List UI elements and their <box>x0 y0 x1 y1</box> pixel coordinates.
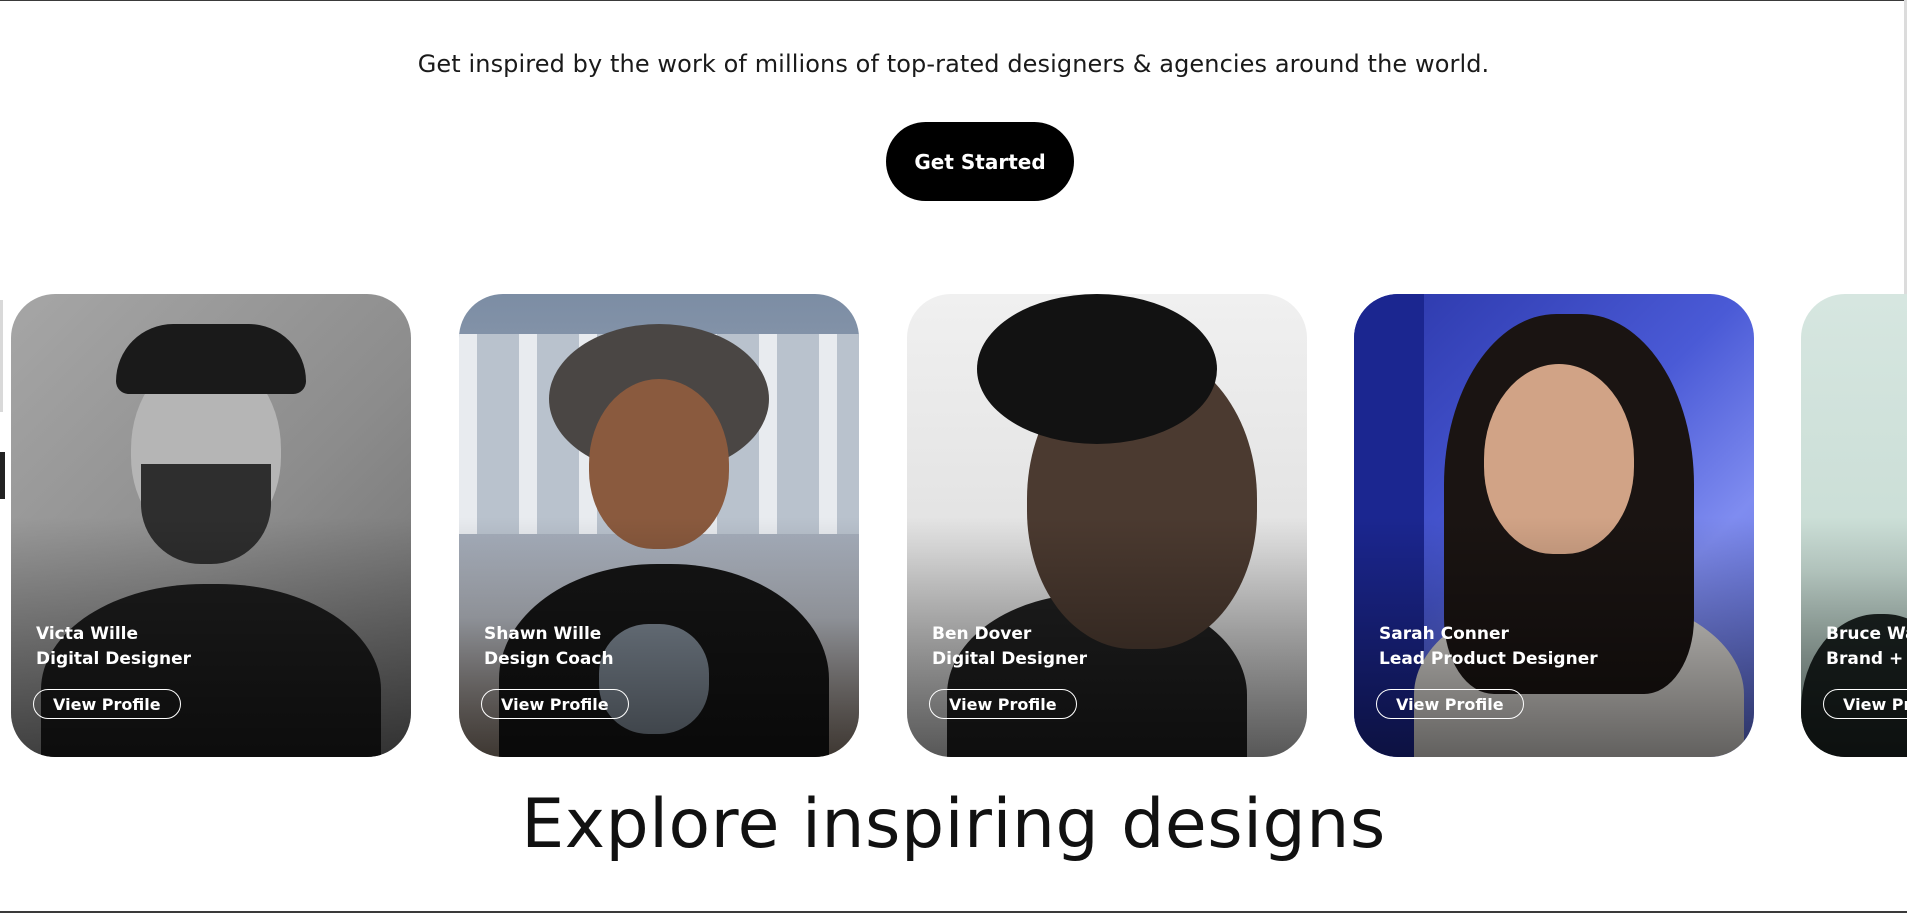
designer-role: Digital Designer <box>932 649 1088 669</box>
designer-card[interactable]: Ben Dover Digital Designer View Profile <box>907 294 1307 757</box>
designer-carousel[interactable]: Victa Wille Digital Designer View Profil… <box>0 294 1907 757</box>
view-profile-button[interactable]: View Pr <box>1823 689 1907 719</box>
get-started-button[interactable]: Get Started <box>886 122 1074 201</box>
view-profile-button[interactable]: View Profile <box>481 689 629 719</box>
section-heading: Explore inspiring designs <box>521 785 1386 864</box>
designer-role: Brand + Il <box>1826 649 1907 669</box>
designer-card[interactable]: Victa Wille Digital Designer View Profil… <box>11 294 411 757</box>
designer-role: Digital Designer <box>36 649 192 669</box>
designer-card[interactable]: Bruce Wa Brand + Il View Pr <box>1801 294 1907 757</box>
top-divider <box>0 0 1907 1</box>
hero-heading-fragment <box>1062 0 1110 18</box>
view-profile-button[interactable]: View Profile <box>1376 689 1524 719</box>
hero-subheadline: Get inspired by the work of millions of … <box>417 50 1490 78</box>
designer-role: Lead Product Designer <box>1379 649 1598 669</box>
designer-role: Design Coach <box>484 649 614 669</box>
designer-name: Victa Wille <box>36 624 139 644</box>
designer-card[interactable]: Sarah Conner Lead Product Designer View … <box>1354 294 1754 757</box>
view-profile-button[interactable]: View Profile <box>33 689 181 719</box>
designer-name: Ben Dover <box>932 624 1032 644</box>
designer-card[interactable]: Shawn Wille Design Coach View Profile <box>459 294 859 757</box>
designer-name: Bruce Wa <box>1826 624 1907 644</box>
designer-name: Sarah Conner <box>1379 624 1509 644</box>
designer-name: Shawn Wille <box>484 624 602 644</box>
view-profile-button[interactable]: View Profile <box>929 689 1077 719</box>
